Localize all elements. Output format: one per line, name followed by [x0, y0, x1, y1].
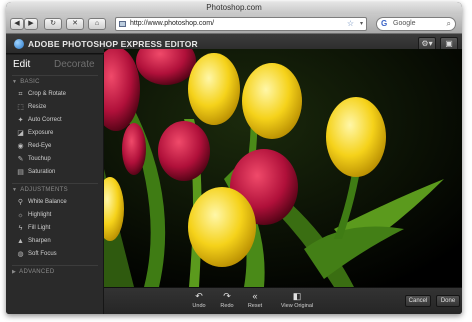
- cancel-button[interactable]: Cancel: [405, 295, 431, 307]
- lightbulb-icon: ☼: [17, 212, 24, 219]
- flash-icon: ϟ: [18, 225, 23, 232]
- sidebar-item-sharpen[interactable]: ▲ Sharpen: [17, 236, 100, 247]
- reload-button[interactable]: ↻: [44, 18, 62, 30]
- chevron-down-icon: ▼: [12, 79, 18, 85]
- sidebar: Edit Decorate ▼ BASIC ⌗ Crop & Rotate ⬚ Res…: [6, 55, 104, 314]
- favicon-icon: [119, 21, 126, 27]
- window-title: Photoshop.com: [6, 2, 462, 14]
- saturation-icon: ▤: [17, 169, 24, 176]
- divider: [12, 265, 98, 266]
- forward-arrow-icon: ▶: [28, 20, 34, 27]
- sidebar-item-red-eye[interactable]: ◉ Red-Eye: [17, 141, 100, 152]
- reload-icon: ↻: [50, 20, 56, 27]
- chevron-down-icon: ▼: [12, 187, 18, 193]
- done-button[interactable]: Done: [436, 295, 460, 307]
- bookmark-star-icon[interactable]: ☆: [347, 18, 354, 30]
- editor-bottom-bar: ↶ Undo ↷ Redo « Reset ◧ View Original Ca…: [104, 287, 462, 314]
- magic-wand-icon: ✦: [17, 117, 24, 124]
- eye-icon: ◉: [17, 143, 24, 150]
- brush-icon: ✎: [17, 156, 24, 163]
- sidebar-item-soft-focus[interactable]: ◍ Soft Focus: [17, 249, 100, 260]
- sidebar-item-white-balance[interactable]: ⚲ White Balance: [18, 197, 100, 208]
- back-arrow-icon: ◀: [14, 20, 20, 27]
- photo-canvas[interactable]: [104, 49, 462, 287]
- search-input[interactable]: G Google ⌕: [376, 17, 456, 31]
- gear-icon: ⚙▾: [421, 39, 433, 48]
- search-placeholder: Google: [393, 20, 416, 27]
- home-icon: ⌂: [94, 20, 100, 27]
- compare-icon: ◧: [292, 291, 302, 301]
- home-button[interactable]: ⌂: [88, 18, 106, 30]
- url-text: http://www.photoshop.com/: [130, 20, 215, 27]
- search-engine-icon[interactable]: G: [381, 18, 387, 30]
- resize-icon: ⬚: [17, 104, 24, 111]
- thermometer-icon: ⚲: [17, 199, 24, 206]
- sidebar-item-highlight[interactable]: ☼ Highlight: [17, 210, 100, 221]
- sidebar-item-resize[interactable]: ⬚ Resize: [17, 102, 100, 113]
- sidebar-item-auto-correct[interactable]: ✦ Auto Correct: [18, 115, 100, 126]
- url-dropdown-icon[interactable]: ▾: [360, 18, 363, 30]
- tulip-photo: [104, 49, 462, 287]
- magnifier-icon[interactable]: ⌕: [447, 18, 451, 30]
- sharpen-icon: ▲: [17, 238, 24, 245]
- back-button[interactable]: ◀: [10, 18, 24, 30]
- sidebar-item-crop-rotate[interactable]: ⌗ Crop & Rotate: [19, 89, 100, 100]
- section-adjustments-header[interactable]: ▼ ADJUSTMENTS: [12, 187, 68, 193]
- crop-icon: ⌗: [18, 91, 23, 98]
- address-bar[interactable]: http://www.photoshop.com/ ☆ ▾: [115, 17, 367, 31]
- divider: [12, 75, 98, 76]
- view-original-button[interactable]: ◧ View Original: [272, 290, 322, 310]
- sidebar-item-fill-light[interactable]: ϟ Fill Light: [19, 223, 100, 234]
- photoshop-logo-icon: [14, 39, 24, 49]
- browser-window: Photoshop.com ◀ ▶ ↻ ✕ ⌂ http://www.photo…: [6, 2, 462, 314]
- chevron-right-icon: ▶: [12, 269, 17, 275]
- tab-decorate[interactable]: Decorate: [54, 58, 95, 72]
- browser-toolbar: ◀ ▶ ↻ ✕ ⌂ http://www.photoshop.com/ ☆ ▾ …: [6, 14, 462, 34]
- stop-icon: ✕: [72, 20, 78, 27]
- exposure-icon: ◪: [17, 130, 24, 137]
- sidebar-item-touchup[interactable]: ✎ Touchup: [18, 154, 100, 165]
- divider: [12, 183, 98, 184]
- stop-button[interactable]: ✕: [66, 18, 84, 30]
- soft-focus-icon: ◍: [17, 251, 24, 258]
- section-basic-header[interactable]: ▼ BASIC: [12, 79, 40, 85]
- sidebar-item-exposure[interactable]: ◪ Exposure: [17, 128, 100, 139]
- forward-button[interactable]: ▶: [24, 18, 38, 30]
- tab-edit[interactable]: Edit: [13, 58, 30, 72]
- sidebar-item-saturation[interactable]: ▤ Saturation: [17, 167, 100, 178]
- fullscreen-icon: ▣: [445, 39, 453, 48]
- section-advanced-header[interactable]: ▶ ADVANCED: [12, 269, 54, 275]
